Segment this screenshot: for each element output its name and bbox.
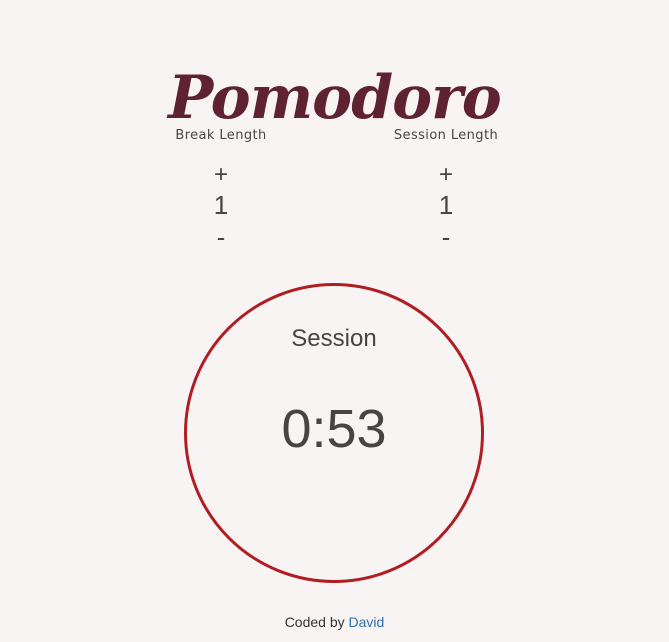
timer-countdown: 0:53 [281, 399, 387, 459]
footer-prefix: Coded by [284, 614, 345, 630]
timer-mode-label: Session [291, 325, 377, 352]
break-increment-button[interactable]: + [214, 162, 228, 188]
session-length-control: Session Length + 1 - [346, 127, 546, 252]
session-increment-button[interactable]: + [439, 162, 453, 188]
timer-circle[interactable]: Session 0:53 [184, 283, 484, 583]
break-length-value: 1 [213, 190, 229, 220]
break-decrement-button[interactable]: - [217, 222, 226, 252]
session-length-value: 1 [438, 190, 454, 220]
break-length-label: Break Length [175, 128, 267, 143]
session-length-label: Session Length [393, 128, 499, 143]
author-link[interactable]: David [349, 614, 385, 630]
break-length-control: Break Length + 1 - [121, 127, 321, 252]
app-title: Pomodoro [168, 63, 502, 134]
footer-credit: Coded by David [0, 613, 669, 631]
session-decrement-button[interactable]: - [442, 222, 451, 252]
